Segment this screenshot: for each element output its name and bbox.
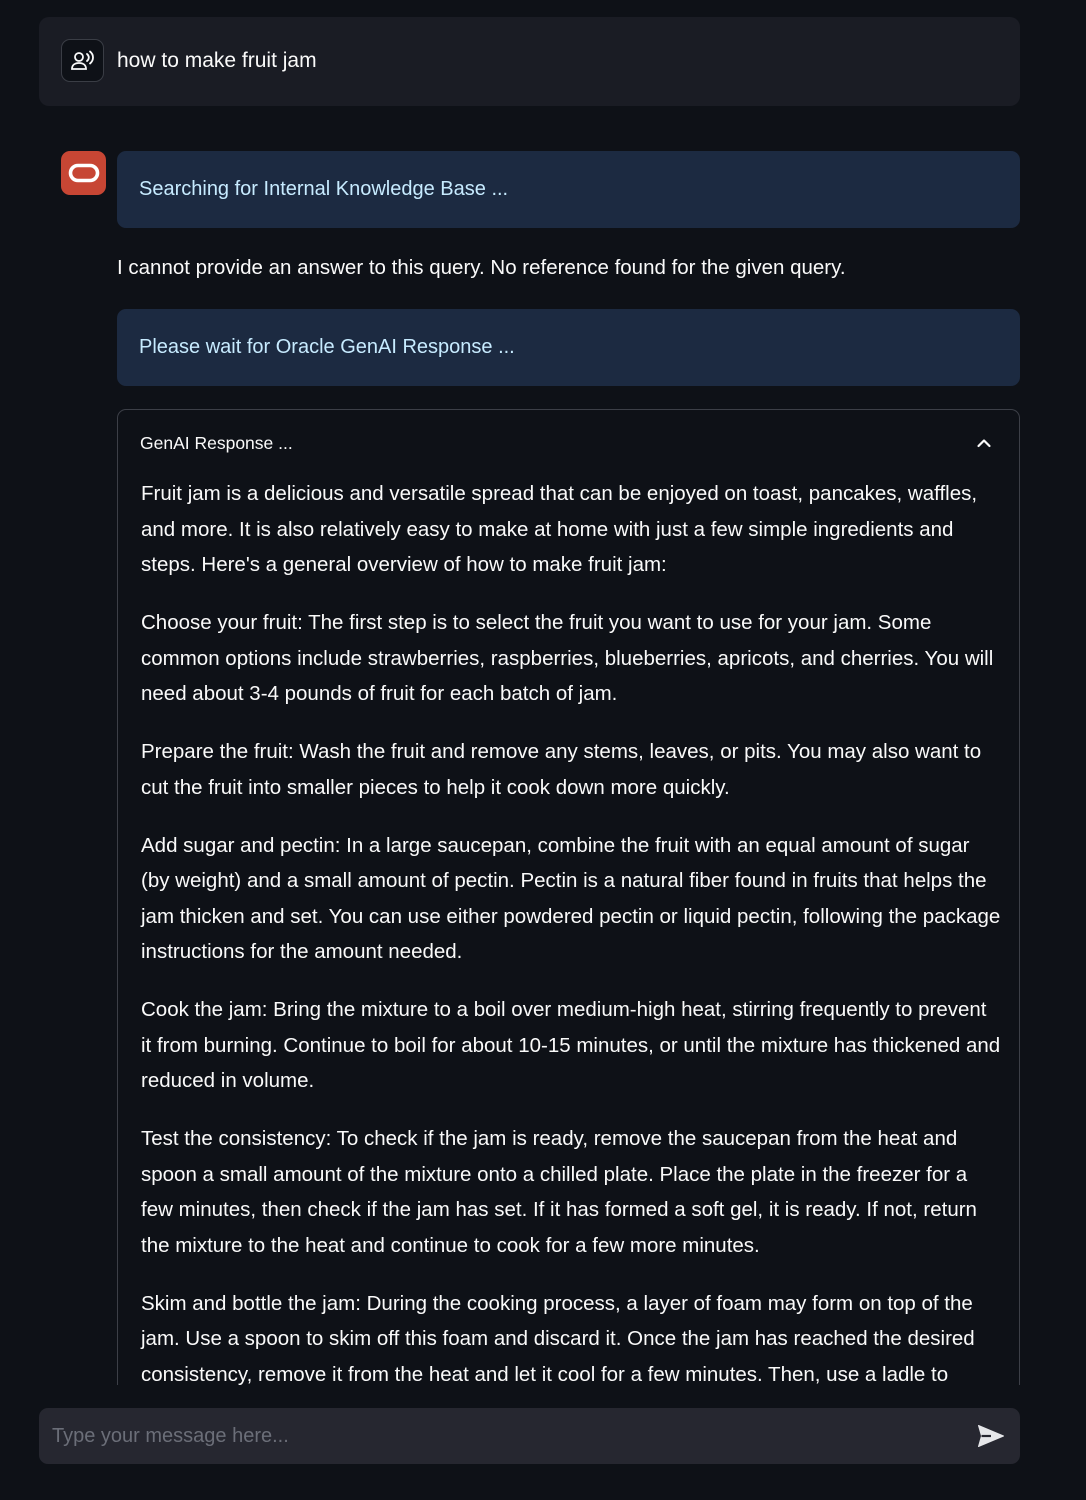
expander-title[interactable]: GenAI Response ... <box>140 430 293 456</box>
expander-body: Fruit jam is a delicious and versatile s… <box>141 476 1001 1415</box>
response-paragraph: Add sugar and pectin: In a large saucepa… <box>141 833 1001 964</box>
info-waiting: Please wait for Oracle GenAI Response ..… <box>117 309 1020 386</box>
response-paragraph: Cook the jam: Bring the mixture to a boi… <box>141 998 1001 1092</box>
response-paragraph: Test the consistency: To check if the ja… <box>141 1127 977 1257</box>
send-icon[interactable] <box>977 1424 1005 1448</box>
user-speaking-icon <box>70 50 94 70</box>
chat-input[interactable] <box>39 1408 1020 1464</box>
info-searching: Searching for Internal Knowledge Base ..… <box>117 151 1020 228</box>
response-paragraph: Prepare the fruit: Wash the fruit and re… <box>141 740 982 799</box>
chat-page: how to make fruit jam Searching for Inte… <box>0 0 1086 1500</box>
chevron-up-icon[interactable] <box>975 434 993 452</box>
user-message-text: how to make fruit jam <box>117 49 317 72</box>
user-message: how to make fruit jam <box>39 17 1020 106</box>
response-paragraph: Fruit jam is a delicious and versatile s… <box>141 482 978 576</box>
send-button[interactable] <box>975 1421 1007 1451</box>
response-paragraph: Choose your fruit: The first step is to … <box>141 611 994 705</box>
response-paragraph: Skim and bottle the jam: During the cook… <box>141 1291 975 1386</box>
oracle-logo-icon <box>68 163 99 183</box>
user-avatar <box>61 39 104 82</box>
assistant-avatar <box>61 151 106 195</box>
chat-input-bar <box>0 1385 1086 1500</box>
no-answer-text: I cannot provide an answer to this query… <box>117 256 846 279</box>
genai-response-expander: GenAI Response ... Fruit jam is a delici… <box>117 409 1020 1500</box>
